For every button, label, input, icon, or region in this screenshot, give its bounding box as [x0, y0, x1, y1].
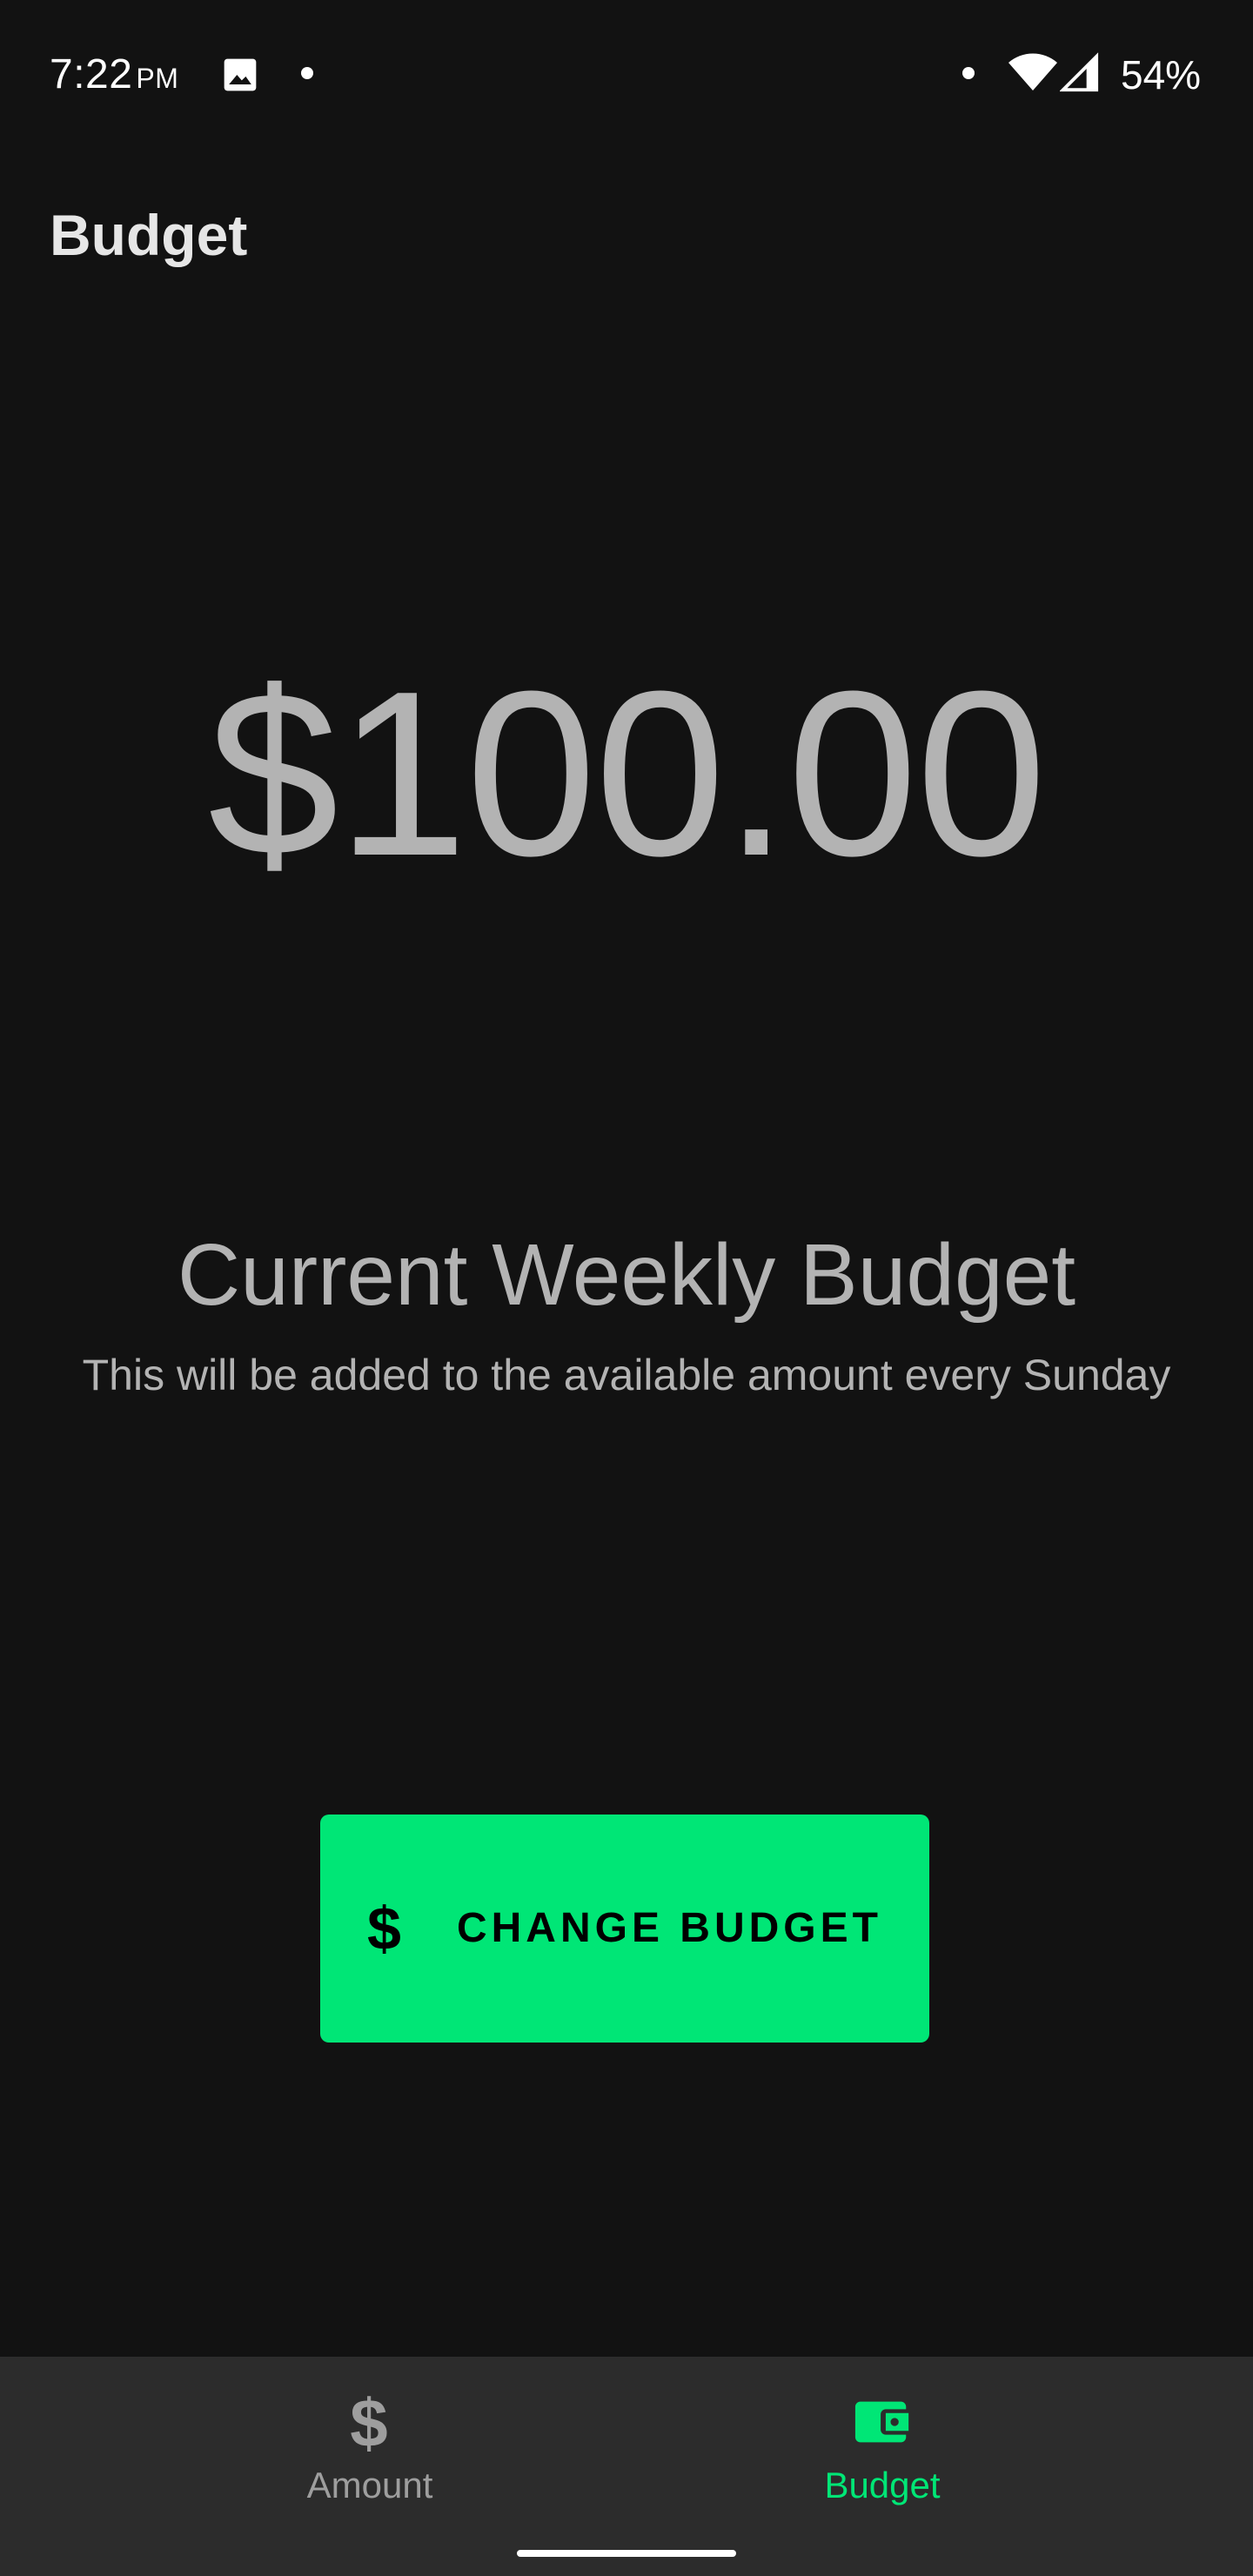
battery-percent: 54% — [1121, 52, 1202, 97]
home-indicator[interactable] — [517, 2550, 736, 2557]
page-title: Budget — [50, 203, 248, 267]
dollar-icon: $ — [350, 2385, 388, 2461]
cell-signal-icon — [1060, 52, 1099, 92]
notification-dot-icon — [301, 67, 313, 79]
budget-screen: 7:22 PM 54% Budget $100.00 Current Weekly… — [0, 0, 1253, 2576]
status-dot-icon — [962, 67, 975, 79]
status-time-ampm: PM — [136, 63, 179, 94]
wallet-icon — [854, 2401, 909, 2443]
status-time: 7:22 PM — [50, 49, 178, 104]
bottom-navigation: $ Amount Budget — [0, 2357, 1253, 2576]
status-time-value: 7:22 — [50, 51, 133, 97]
budget-amount: $100.00 — [208, 643, 1047, 905]
change-budget-label: CHANGE BUDGET — [456, 1905, 882, 1951]
budget-description: This will be added to the available amou… — [82, 1351, 1171, 1399]
change-budget-button[interactable]: $ CHANGE BUDGET — [320, 1815, 929, 2043]
image-notification-icon — [224, 58, 257, 91]
nav-label-budget: Budget — [824, 2465, 941, 2506]
status-bar: 7:22 PM 54% — [0, 0, 1253, 148]
dollar-icon: $ — [367, 1895, 401, 1962]
budget-heading: Current Weekly Budget — [178, 1226, 1075, 1324]
wifi-icon — [1008, 53, 1057, 91]
